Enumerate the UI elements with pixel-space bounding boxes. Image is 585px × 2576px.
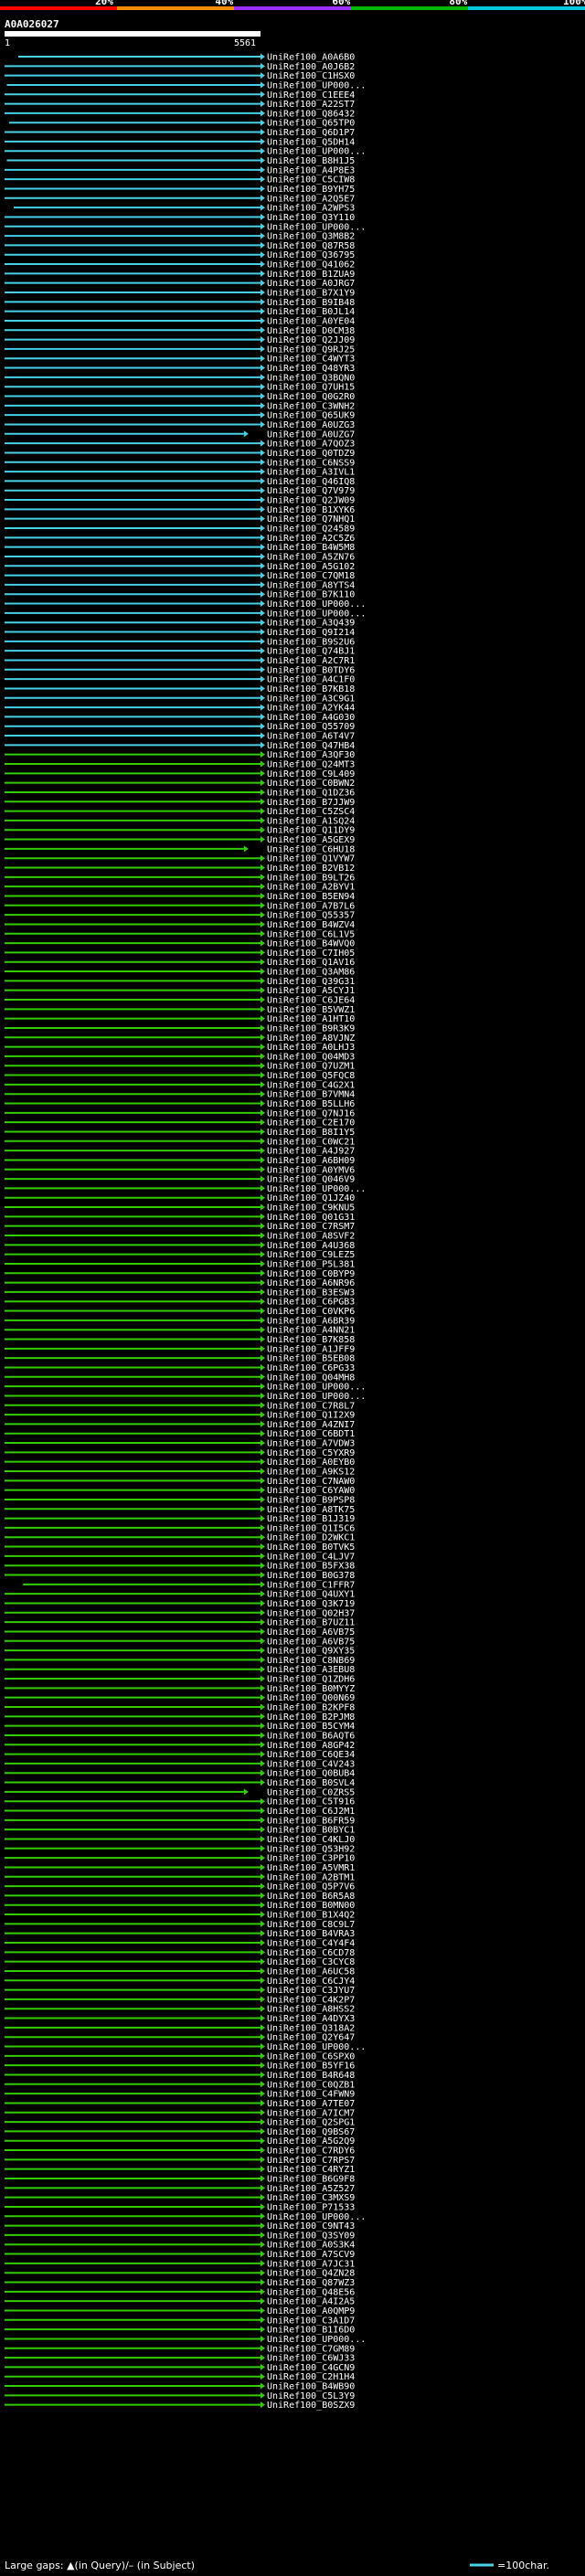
scale-label-4: ^80% (443, 0, 468, 7)
scale-label-3: ^60% (326, 0, 351, 7)
scale-start: 1 (5, 38, 10, 48)
query-bar (5, 31, 261, 37)
footer-gaps-label: Large gaps: ▲(in Query)/– (in Subject) (5, 2560, 195, 2571)
alignment-chart: 20% ^40% ^60% ^80% ^100% A0A026027 1 5561 Un… (0, 0, 585, 2576)
query-id: A0A026027 (5, 18, 59, 30)
scale-label-1: 20% (95, 0, 113, 7)
scale-label-5: ^100% (557, 0, 585, 7)
hit-label-250: UniRef100_B0SZX9 (267, 2401, 355, 2411)
footer-scale-label: =100char. (497, 2560, 549, 2571)
scale-label-2: ^40% (209, 0, 234, 7)
scale-end: 5561 (234, 38, 256, 48)
